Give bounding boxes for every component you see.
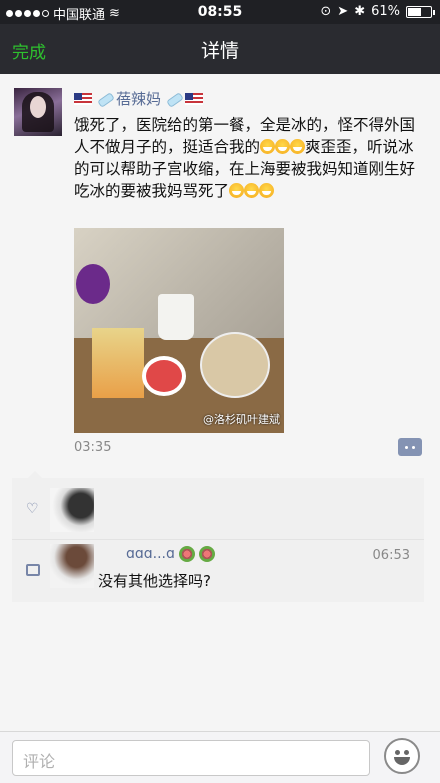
comments-section: ɑɑɑ...ɑ 06:53 没有其他选择吗? xyxy=(12,540,424,602)
author-name-row[interactable]: 蓓辣妈 xyxy=(74,88,204,109)
post-time: 03:35 xyxy=(74,440,112,455)
heart-icon: ♡ xyxy=(26,501,39,517)
post-text: 饿死了，医院给的第一餐，全是冰的，怪不得外国人不做月子的，挺适合我的 爽歪歪，听说… xyxy=(74,114,426,202)
us-flag-icon xyxy=(74,92,92,105)
commenter-name-row[interactable]: ɑɑɑ...ɑ xyxy=(126,546,215,562)
location-icon: ➤ xyxy=(337,4,349,19)
post-detail: 蓓辣妈 饿死了，医院给的第一餐，全是冰的，怪不得外国人不做月子的，挺适合我的 爽歪… xyxy=(0,74,440,731)
grin-emoji-icon xyxy=(259,183,275,198)
grin-emoji-icon xyxy=(275,139,291,154)
orientation-lock-icon: ⊙ xyxy=(320,4,332,19)
page-title: 详情 xyxy=(200,40,239,62)
grin-emoji-icon xyxy=(260,139,276,154)
baby-bottle-icon xyxy=(95,92,113,106)
comment-input-bar: 评论 xyxy=(0,731,440,783)
nav-bar: 完成 详情 xyxy=(0,24,440,74)
status-bar: 中国联通 ≋ 08:55 ⊙ ➤ ✱ 61% xyxy=(0,0,440,24)
us-flag-icon xyxy=(185,92,204,105)
bouquet-icon xyxy=(178,546,195,562)
commenter-avatar[interactable] xyxy=(50,544,94,588)
comment-text: 没有其他选择吗? xyxy=(98,572,211,590)
emoji-button[interactable] xyxy=(384,738,420,774)
comment-input[interactable]: 评论 xyxy=(12,740,370,776)
grin-emoji-icon xyxy=(244,183,260,198)
comment-action-icon[interactable] xyxy=(398,438,422,456)
grin-emoji-icon xyxy=(229,183,245,198)
bluetooth-icon: ✱ xyxy=(354,4,366,19)
baby-bottle-icon xyxy=(164,92,182,106)
comment-icon xyxy=(26,564,40,576)
commenter-name[interactable]: ɑɑɑ...ɑ xyxy=(126,546,175,562)
grin-emoji-icon xyxy=(290,139,306,154)
comment-time: 06:53 xyxy=(372,548,410,563)
post-photo[interactable]: @洛杉矶叶建斌 xyxy=(74,228,284,433)
author-name[interactable]: 蓓辣妈 xyxy=(116,88,161,109)
battery-icon xyxy=(406,5,435,18)
author-avatar[interactable] xyxy=(14,88,62,136)
bouquet-icon xyxy=(198,546,215,562)
liker-avatar[interactable] xyxy=(50,488,94,532)
battery-percent: 61% xyxy=(371,4,400,19)
likes-section: ♡ xyxy=(12,471,424,540)
photo-watermark: @洛杉矶叶建斌 xyxy=(203,413,280,426)
status-right: ⊙ ➤ ✱ 61% xyxy=(320,4,435,19)
